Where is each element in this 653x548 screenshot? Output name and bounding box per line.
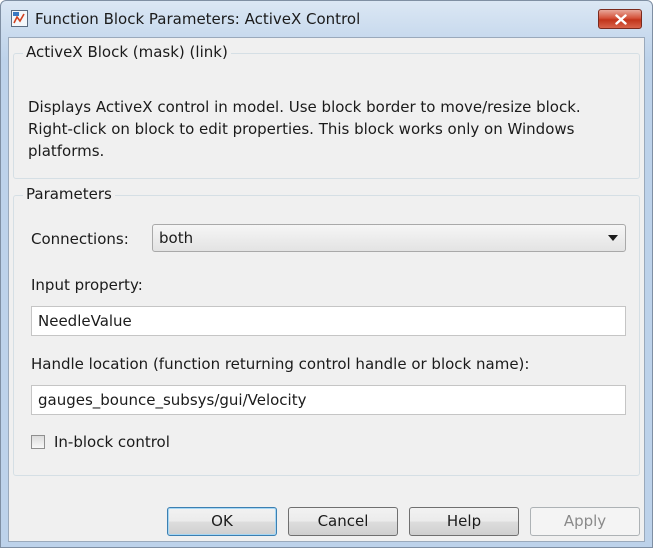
apply-button[interactable]: Apply [530, 507, 640, 536]
handle-location-label: Handle location (function returning cont… [31, 355, 530, 373]
close-button[interactable] [598, 9, 642, 29]
window-title: Function Block Parameters: ActiveX Contr… [35, 10, 361, 28]
dialog-content: ActiveX Block (mask) (link) Displays Act… [8, 37, 645, 542]
in-block-control-checkbox[interactable] [31, 435, 45, 449]
parameters-group-title: Parameters [23, 185, 115, 203]
close-icon [615, 14, 627, 25]
connections-label: Connections: [31, 230, 129, 248]
simulink-icon [11, 10, 28, 27]
connections-dropdown[interactable]: both [152, 224, 626, 252]
ok-button[interactable]: OK [167, 507, 277, 536]
connections-value: both [159, 229, 194, 247]
input-property-label: Input property: [31, 276, 143, 294]
in-block-control-label: In-block control [54, 433, 170, 451]
block-group-title: ActiveX Block (mask) (link) [23, 43, 231, 61]
help-button[interactable]: Help [409, 507, 519, 536]
cancel-button[interactable]: Cancel [288, 507, 398, 536]
handle-location-field[interactable] [31, 385, 626, 415]
dropdown-arrow-icon [608, 235, 618, 241]
dialog-window: Function Block Parameters: ActiveX Contr… [0, 0, 653, 548]
input-property-field[interactable] [31, 306, 626, 336]
title-bar[interactable]: Function Block Parameters: ActiveX Contr… [1, 1, 652, 37]
block-description: Displays ActiveX control in model. Use b… [28, 98, 581, 160]
